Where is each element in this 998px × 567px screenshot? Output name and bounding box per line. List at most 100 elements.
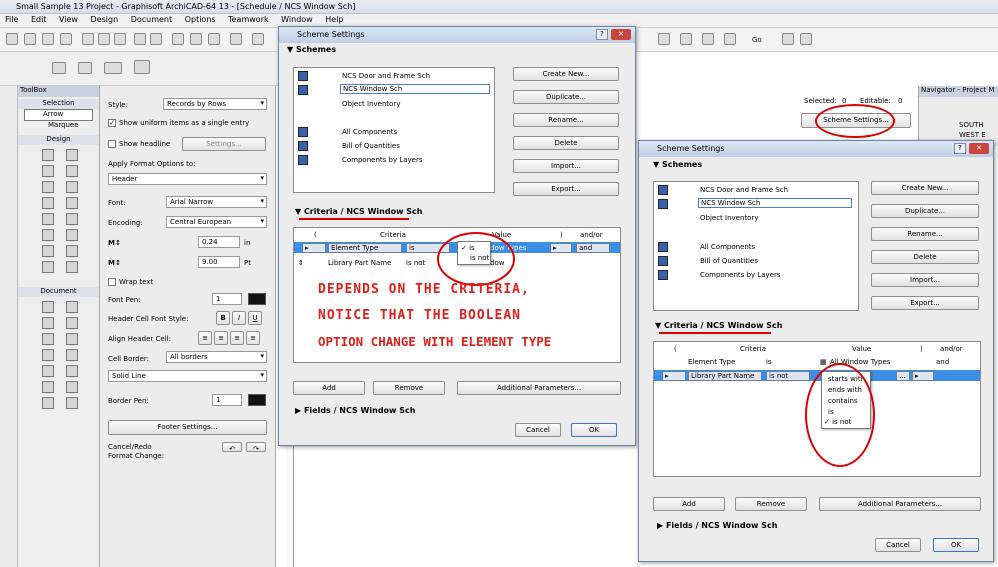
dialog1-remove-button[interactable]: Remove [373,381,445,395]
go-label[interactable]: Go [752,36,762,44]
undo-icon[interactable] [134,33,146,45]
apply-format-dropdown[interactable]: Header [108,173,267,185]
scheme-item[interactable]: Object Inventory [342,100,400,108]
dialog1-create-new-button[interactable]: Create New... [513,67,619,81]
arrow-select-icon[interactable] [134,60,150,74]
snap-icon[interactable] [252,33,264,45]
beam-icon[interactable] [42,165,54,177]
dialog2-criteria-header[interactable]: ▼ Criteria / NCS Window Sch [655,321,782,330]
eye-icon[interactable] [230,33,242,45]
stair-icon[interactable] [42,229,54,241]
value-more-button[interactable]: ... [896,371,910,381]
row-handle[interactable]: ⇕ [298,259,304,267]
open-paren-cell[interactable]: ▸ [302,243,326,253]
font-pen-color[interactable] [248,293,266,305]
dialog2-import-button[interactable]: Import... [871,273,979,287]
dialog2-help-button[interactable]: ? [954,143,966,154]
wall-icon[interactable] [42,149,54,161]
scheme-item[interactable]: Bill of Quantities [342,142,400,150]
dialog2-create-new-button[interactable]: Create New... [871,181,979,195]
zone-icon[interactable] [42,245,54,257]
polyline-icon[interactable] [66,349,78,361]
line-type-dropdown[interactable]: Solid Line [108,370,267,382]
redo-format-icon[interactable]: ↷ [246,442,266,453]
walk-icon[interactable] [800,33,812,45]
section-tool-icon[interactable] [42,397,54,409]
door-icon[interactable] [42,181,54,193]
dialog2-remove-button[interactable]: Remove [735,497,807,511]
dialog2-close-button[interactable]: ✕ [969,143,989,154]
font-dropdown[interactable]: Arial Narrow [166,196,267,208]
teamwork-icon[interactable] [782,33,794,45]
scheme-item[interactable]: NCS Door and Frame Sch [342,72,430,80]
close-paren-cell[interactable]: ▸ [912,371,934,381]
roof-icon[interactable] [66,197,78,209]
andor-cell[interactable]: and [576,243,610,253]
dialog2-add-button[interactable]: Add [653,497,725,511]
menu-view[interactable]: View [54,14,83,25]
dialog1-schemes-header[interactable]: ▼ Schemes [287,45,336,54]
criteria-cell[interactable]: Element Type [688,358,735,366]
footer-settings-button[interactable]: Footer Settings... [108,420,267,435]
size-pt-input[interactable]: 9.00 [198,256,240,268]
figure-icon[interactable] [42,381,54,393]
pen-selected-icon[interactable] [104,62,122,74]
align-center-icon[interactable]: ≡ [214,331,228,345]
dialog1-ok-button[interactable]: OK [571,423,617,437]
marquee-tool[interactable]: Marquee [18,121,99,133]
dialog2-schemes-header[interactable]: ▼ Schemes [653,160,702,169]
circle-icon[interactable] [42,349,54,361]
dialog1-duplicate-button[interactable]: Duplicate... [513,90,619,104]
dialog1-criteria-header[interactable]: ▼ Criteria / NCS Window Sch [295,207,422,216]
scheme-item[interactable]: Components by Layers [700,271,781,279]
border-pen-input[interactable]: 1 [212,394,242,406]
dialog2-rename-button[interactable]: Rename... [871,227,979,241]
criteria-cell[interactable]: Library Part Name [328,259,391,267]
view-icon[interactable] [52,62,66,74]
paste-icon[interactable] [114,33,126,45]
headline-settings-button[interactable]: Settings... [182,137,266,151]
open-icon[interactable] [24,33,36,45]
dialog1-help-button[interactable]: ? [596,29,608,40]
underline-button[interactable]: U [248,311,262,325]
align-left-icon[interactable]: ≡ [198,331,212,345]
menu-teamwork[interactable]: Teamwork [223,14,274,25]
operator-cell[interactable]: is not [766,371,810,381]
menu-edit[interactable]: Edit [26,14,52,25]
copy-icon[interactable] [98,33,110,45]
menu-design[interactable]: Design [86,14,124,25]
dialog2-cancel-button[interactable]: Cancel [875,538,921,552]
layout-icon[interactable] [658,33,670,45]
operator-cell[interactable]: is not [406,259,425,267]
scheme-item[interactable]: NCS Door and Frame Sch [700,186,788,194]
open-paren-cell[interactable]: ▸ [662,371,686,381]
section-icon[interactable] [724,33,736,45]
pointer-icon[interactable] [190,33,202,45]
dialog2-schemes-list[interactable]: NCS Door and Frame Sch NCS Window Sch Ob… [653,181,859,311]
scheme-item[interactable]: Components by Layers [342,156,423,164]
dialog2-duplicate-button[interactable]: Duplicate... [871,204,979,218]
operator-cell[interactable]: is [766,358,772,366]
hotspot-icon[interactable] [66,365,78,377]
scheme-item-selected[interactable]: NCS Window Sch [698,198,852,208]
scheme-item[interactable]: Bill of Quantities [700,257,758,265]
shell-icon[interactable] [42,213,54,225]
dialog2-additional-button[interactable]: Additional Parameters... [819,497,981,511]
dialog2-fields-header[interactable]: ▶ Fields / NCS Window Sch [657,521,777,530]
dialog1-delete-button[interactable]: Delete [513,136,619,150]
dialog2-ok-button[interactable]: OK [933,538,979,552]
save-icon[interactable] [42,33,54,45]
dialog1-import-button[interactable]: Import... [513,159,619,173]
floor-icon[interactable] [702,33,714,45]
print-icon[interactable] [60,33,72,45]
align-right-icon[interactable]: ≡ [230,331,244,345]
fill-icon[interactable] [42,365,54,377]
camera-icon[interactable] [680,33,692,45]
line-icon[interactable] [42,333,54,345]
menu-file[interactable]: File [0,14,23,25]
criteria-cell[interactable]: Library Part Name [688,371,762,381]
object-icon[interactable] [66,181,78,193]
label-icon[interactable] [66,317,78,329]
pencil-icon[interactable] [208,33,220,45]
arrow-tool[interactable]: Arrow [24,109,93,121]
